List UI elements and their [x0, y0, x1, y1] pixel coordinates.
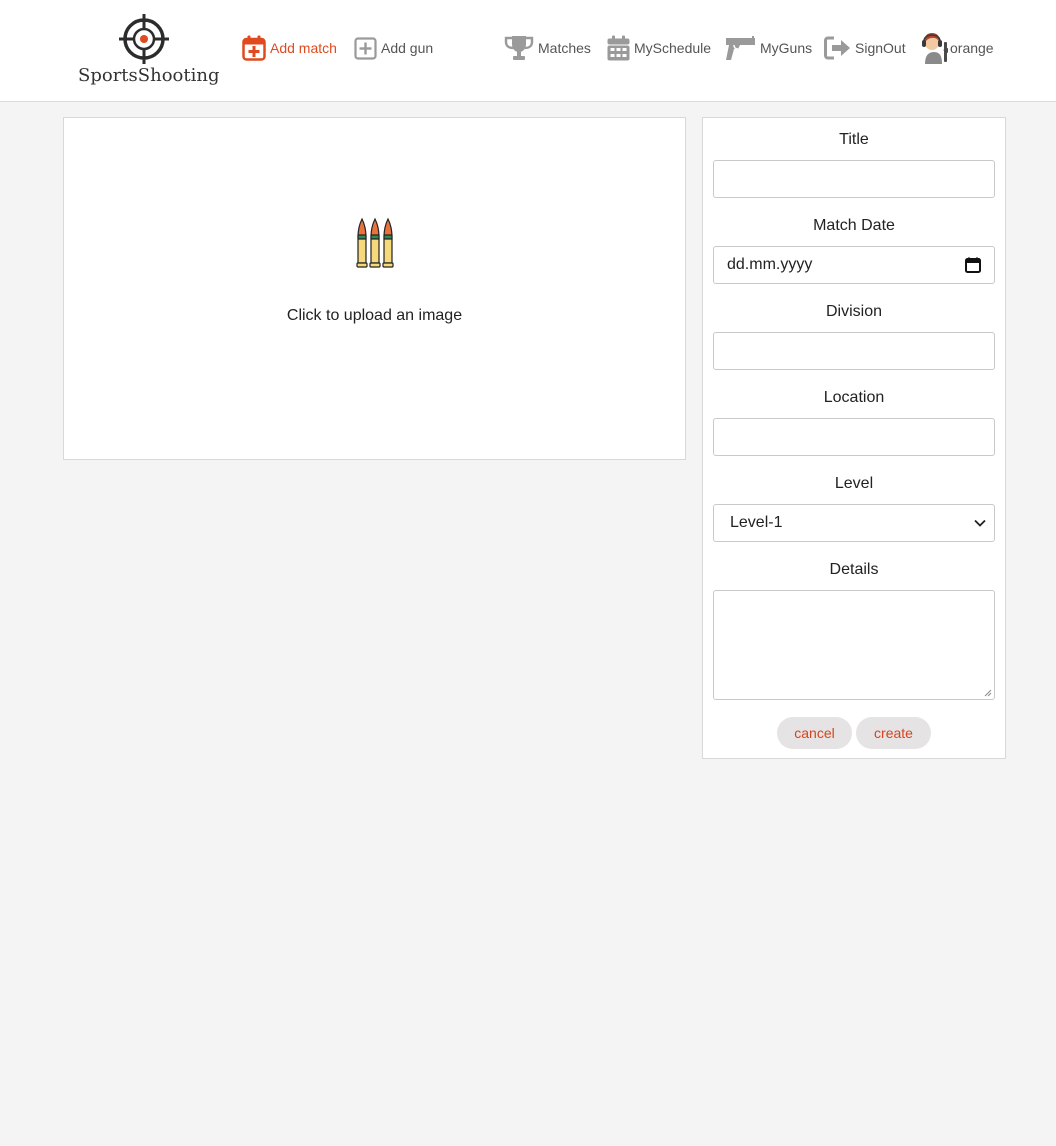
nav-my-guns-label: MyGuns [760, 40, 813, 56]
nav-sign-out-label: SignOut [855, 40, 906, 56]
create-button[interactable]: create [856, 717, 931, 749]
username-label: orange [950, 40, 994, 56]
nav-sign-out[interactable]: SignOut [824, 34, 906, 62]
nav-user-profile[interactable]: orange [917, 33, 994, 64]
nav-matches-label: Matches [538, 40, 591, 56]
nav-add-gun-label: Add gun [381, 40, 434, 56]
cancel-button[interactable]: cancel [777, 717, 852, 749]
details-label: Details [829, 561, 879, 578]
crosshair-logo-icon [119, 14, 169, 64]
title-input[interactable] [713, 160, 995, 198]
nav-add-match[interactable]: Add match [242, 34, 337, 62]
calendar-icon [607, 35, 630, 61]
division-input[interactable] [713, 332, 995, 370]
user-avatar-icon [922, 33, 948, 64]
sign-out-icon [824, 36, 850, 60]
plus-square-icon [354, 36, 377, 60]
logo-text: SportsShooting [78, 65, 220, 86]
bullets-icon [356, 217, 394, 268]
calendar-picker-icon[interactable] [965, 257, 981, 273]
top-navbar: SportsShooting Add match Add gun Matches… [0, 0, 1056, 102]
upload-prompt-text: Click to upload an image [286, 307, 463, 324]
pistol-icon [726, 36, 755, 60]
match-form: Title Match Date dd.mm.yyyy Division Loc… [702, 117, 1006, 759]
nav-add-gun[interactable]: Add gun [354, 34, 433, 62]
level-selected-value: Level-1 [730, 514, 783, 531]
level-label: Level [834, 475, 874, 492]
image-upload-area[interactable]: Click to upload an image [63, 117, 686, 460]
nav-add-match-label: Add match [270, 40, 337, 56]
title-label: Title [839, 131, 869, 148]
nav-my-schedule[interactable]: MySchedule [607, 34, 711, 62]
location-input[interactable] [713, 418, 995, 456]
resize-handle-icon[interactable] [984, 689, 992, 697]
details-textarea[interactable] [713, 590, 995, 700]
level-select[interactable]: Level-1 [713, 504, 995, 542]
nav-my-schedule-label: MySchedule [634, 40, 712, 56]
chevron-down-icon [974, 519, 986, 527]
match-date-input[interactable]: dd.mm.yyyy [713, 246, 995, 284]
site-logo[interactable]: SportsShooting [78, 13, 220, 89]
calendar-plus-icon [242, 35, 266, 61]
division-label: Division [825, 303, 882, 320]
match-date-label: Match Date [813, 217, 895, 234]
match-date-placeholder: dd.mm.yyyy [727, 256, 813, 273]
nav-matches[interactable]: Matches [504, 34, 591, 62]
nav-my-guns[interactable]: MyGuns [725, 34, 812, 62]
trophy-icon [504, 36, 534, 60]
location-label: Location [823, 389, 885, 406]
